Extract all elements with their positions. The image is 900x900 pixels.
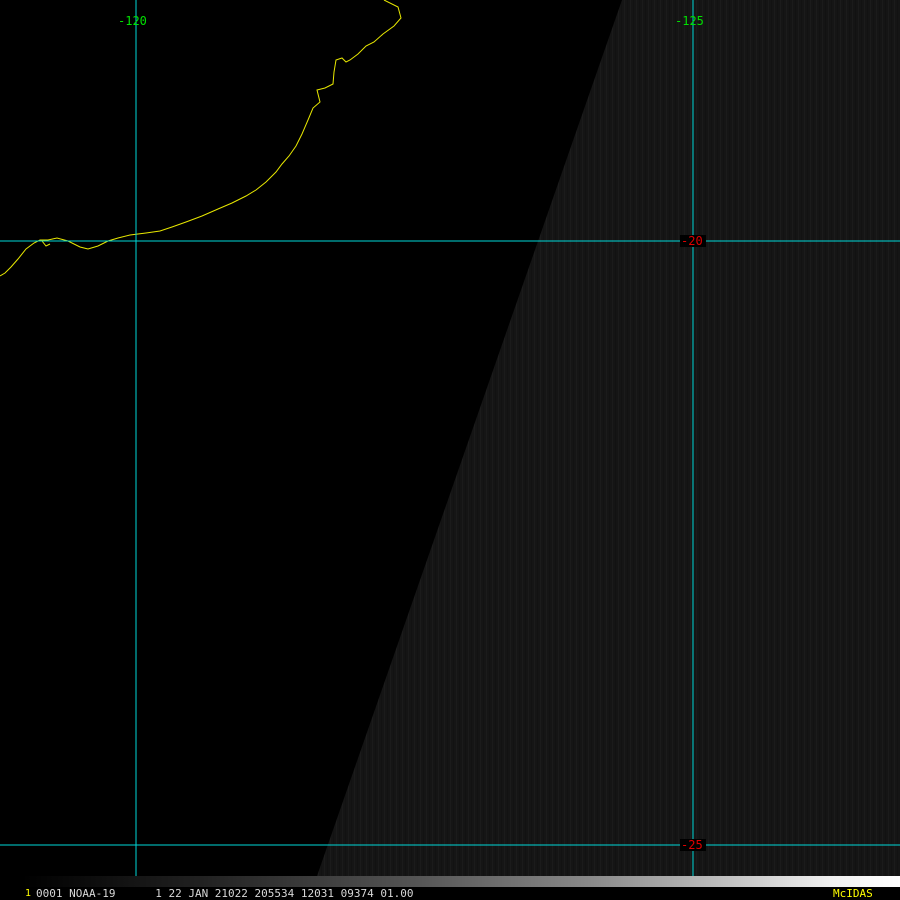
frame-number: 1 bbox=[25, 888, 32, 899]
coastline bbox=[0, 0, 402, 277]
coastline-spur bbox=[41, 240, 51, 247]
satellite-image-frame: -120 -125 -20 -25 1 0001 NOAA-19 1 22 JA… bbox=[0, 0, 900, 900]
satellite-swath bbox=[317, 0, 900, 876]
longitude-label-120: -120 bbox=[118, 14, 147, 28]
status-bar: 1 0001 NOAA-19 1 22 JAN 21022 205534 120… bbox=[0, 876, 900, 900]
longitude-label-125: -125 bbox=[675, 14, 704, 28]
satellite-map: -120 -125 -20 -25 bbox=[0, 0, 900, 900]
grayscale-color-bar bbox=[22, 876, 900, 887]
latitude-label-20: -20 bbox=[681, 234, 703, 248]
latitude-label-25: -25 bbox=[681, 838, 703, 852]
mcidas-logo: McIDAS bbox=[833, 887, 873, 900]
image-info-text: 0001 NOAA-19 1 22 JAN 21022 205534 12031… bbox=[36, 887, 414, 900]
